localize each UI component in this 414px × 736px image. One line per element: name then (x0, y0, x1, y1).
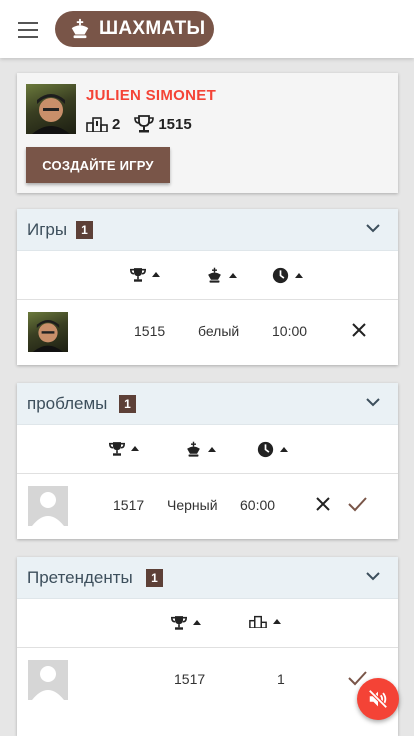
table-row[interactable]: 1515 белый 10:00 (17, 300, 398, 365)
sort-header (17, 425, 398, 474)
chess-king-icon (208, 267, 221, 283)
rating-cell: 1515 (134, 323, 166, 339)
user-avatar[interactable] (26, 84, 76, 134)
volume-off-icon (368, 689, 388, 709)
section-title: Претенденты (27, 568, 133, 587)
sort-caret (208, 447, 216, 452)
player-avatar (28, 312, 68, 352)
trophy-icon (134, 115, 155, 133)
trophy-icon (109, 442, 125, 456)
sort-by-wins[interactable] (249, 615, 281, 628)
clock-icon (257, 441, 274, 458)
mute-sound-button[interactable] (357, 678, 399, 720)
top-app-bar: ШАХМАТЫ (0, 0, 414, 58)
player-avatar (28, 486, 68, 526)
section-title: Игры (27, 220, 68, 239)
profile-card: JULIEN SIMONET 2 1515 СОЗДАЙТЕ ИГРУ (17, 73, 398, 193)
chevron-down-icon[interactable] (366, 224, 380, 233)
games-section-header[interactable]: Игры 1 (17, 209, 398, 251)
table-row[interactable]: 1517 Черный 60:00 (17, 474, 398, 539)
user-name: JULIEN SIMONET (86, 87, 217, 104)
rating-value: 1515 (158, 115, 192, 133)
chess-king-icon (71, 18, 89, 39)
user-stats: 2 1515 (86, 115, 192, 133)
avatar-photo (32, 94, 70, 134)
sort-by-time[interactable] (257, 441, 288, 458)
count-badge: 1 (119, 395, 136, 413)
player-avatar (28, 660, 68, 700)
chess-king-icon (187, 441, 200, 457)
sort-by-rating[interactable] (109, 441, 139, 456)
games-section: Игры 1 1515 белый 10:00 (17, 209, 398, 365)
chevron-down-icon[interactable] (366, 398, 380, 407)
clock-icon (272, 267, 289, 284)
chevron-down-icon[interactable] (366, 572, 380, 581)
color-cell: Черный (167, 497, 218, 513)
sort-by-rating[interactable] (171, 615, 201, 630)
sort-caret (131, 446, 139, 451)
sort-caret (193, 620, 201, 625)
color-cell: белый (198, 323, 240, 339)
sort-header (17, 251, 398, 300)
create-game-button[interactable]: СОЗДАЙТЕ ИГРУ (26, 147, 170, 183)
wins-count: 2 (112, 115, 121, 133)
app-title-button[interactable]: ШАХМАТЫ (55, 11, 214, 47)
time-cell: 60:00 (240, 497, 276, 513)
trophy-icon (130, 268, 146, 282)
sort-caret (273, 619, 281, 624)
challenges-section: проблемы 1 1517 Черный 60:00 (17, 383, 398, 539)
sort-caret (280, 447, 288, 452)
count-badge: 1 (76, 221, 93, 239)
section-title: проблемы (27, 394, 108, 413)
wins-cell: 1 (277, 671, 285, 687)
rating-cell: 1517 (174, 671, 206, 687)
sort-by-color[interactable] (206, 267, 237, 284)
sort-caret (295, 273, 303, 278)
applicants-section-header[interactable]: Претенденты 1 (17, 557, 398, 599)
podium-icon (249, 615, 267, 628)
sort-caret (152, 272, 160, 277)
applicants-section: Претенденты 1 1517 1 (17, 557, 398, 736)
podium-icon (86, 116, 108, 132)
sort-header (17, 599, 398, 648)
count-badge: 1 (146, 569, 163, 587)
check-icon[interactable] (348, 496, 367, 512)
rating-cell: 1517 (113, 497, 145, 513)
sort-by-time[interactable] (272, 267, 303, 284)
sort-caret (229, 273, 237, 278)
table-row[interactable]: 1517 1 (17, 648, 398, 713)
close-icon[interactable] (351, 322, 367, 338)
time-cell: 10:00 (272, 323, 308, 339)
sort-by-rating[interactable] (130, 267, 160, 282)
close-icon[interactable] (315, 496, 331, 512)
trophy-icon (171, 616, 187, 630)
app-title: ШАХМАТЫ (99, 18, 206, 39)
sort-by-color[interactable] (185, 441, 216, 458)
menu-icon[interactable] (18, 22, 38, 38)
challenges-section-header[interactable]: проблемы 1 (17, 383, 398, 425)
